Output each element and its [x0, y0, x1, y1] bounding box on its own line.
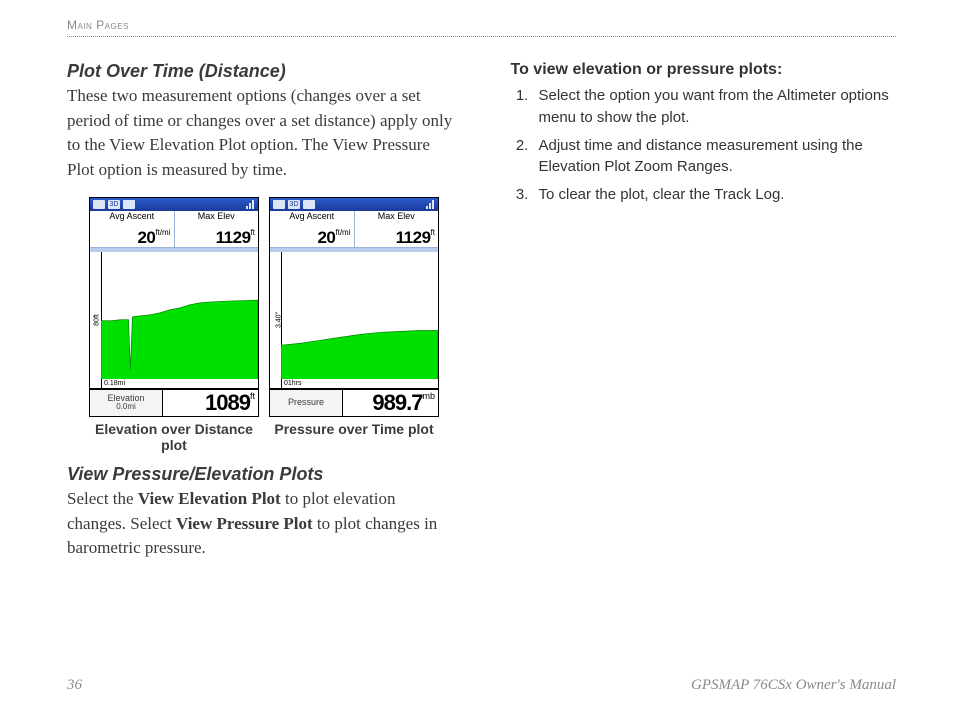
light-icon [303, 200, 315, 209]
readout-sublabel: 0.0mi [93, 403, 159, 411]
signal-icon [246, 200, 255, 209]
max-elev-label: Max Elev [178, 212, 256, 221]
step-3: To clear the plot, clear the Track Log. [533, 184, 897, 206]
plot-area: 80ft 0.18mi [90, 252, 258, 389]
signal-icon [426, 200, 435, 209]
procedure-title: To view elevation or pressure plots: [511, 61, 897, 79]
max-elev-cell: Max Elev 1129ft [175, 211, 259, 247]
elevation-plot-figure: 3D Avg Ascent 20ft/mi Max Elev 1129 [89, 197, 259, 455]
light-icon [123, 200, 135, 209]
step-1: Select the option you want from the Alti… [533, 85, 897, 129]
readout-value-cell: 989.7mb [343, 390, 438, 416]
device-screen-elevation: 3D Avg Ascent 20ft/mi Max Elev 1129 [89, 197, 259, 417]
avg-ascent-cell: Avg Ascent 20ft/mi [270, 211, 355, 247]
readout-value: 989.7mb [372, 392, 435, 414]
x-tick-label: 01hrs [284, 380, 302, 387]
readout-row: Pressure 989.7mb [270, 389, 438, 416]
max-elev-label: Max Elev [358, 212, 436, 221]
plot-area: 3.40" 01hrs [270, 252, 438, 389]
readout-label-cell: Pressure [270, 390, 343, 416]
data-row: Avg Ascent 20ft/mi Max Elev 1129ft [270, 211, 438, 248]
readout-label: Pressure [273, 398, 339, 407]
header-divider [67, 36, 896, 37]
max-elev-cell: Max Elev 1129ft [355, 211, 439, 247]
data-row: Avg Ascent 20ft/mi Max Elev 1129ft [90, 211, 258, 248]
pressure-caption: Pressure over Time plot [269, 421, 439, 438]
heading-plot-over-time: Plot Over Time (Distance) [67, 61, 453, 82]
status-bar: 3D [90, 198, 258, 211]
manual-title: GPSMAP 76CSx Owner's Manual [691, 677, 896, 694]
pressure-plot-figure: 3D Avg Ascent 20ft/mi Max Elev 1129 [269, 197, 439, 455]
screenshot-row: 3D Avg Ascent 20ft/mi Max Elev 1129 [89, 197, 453, 455]
readout-row: Elevation 0.0mi 1089ft [90, 389, 258, 416]
x-tick-label: 0.18mi [104, 380, 125, 387]
avg-ascent-value: 20ft/mi [273, 229, 351, 246]
page-number: 36 [67, 677, 82, 694]
heading-view-plots: View Pressure/Elevation Plots [67, 464, 453, 485]
avg-ascent-cell: Avg Ascent 20ft/mi [90, 211, 175, 247]
sat-icon [273, 200, 285, 209]
avg-ascent-label: Avg Ascent [273, 212, 351, 221]
avg-ascent-value: 20ft/mi [93, 229, 171, 246]
paragraph-plot-over-time: These two measurement options (changes o… [67, 84, 453, 183]
mode-icon: 3D [288, 200, 300, 209]
elevation-caption: Elevation over Distance plot [89, 421, 259, 455]
device-screen-pressure: 3D Avg Ascent 20ft/mi Max Elev 1129 [269, 197, 439, 417]
avg-ascent-label: Avg Ascent [93, 212, 171, 221]
left-column: Plot Over Time (Distance) These two meas… [67, 51, 453, 567]
readout-value: 1089ft [205, 392, 255, 414]
max-elev-value: 1129ft [358, 229, 436, 246]
readout-value-cell: 1089ft [163, 390, 258, 416]
pressure-area-chart [281, 252, 438, 380]
section-label: Main Pages [67, 18, 896, 32]
page-footer: 36 GPSMAP 76CSx Owner's Manual [67, 677, 896, 694]
paragraph-view-plots: Select the View Elevation Plot to plot e… [67, 487, 453, 561]
sat-icon [93, 200, 105, 209]
right-column: To view elevation or pressure plots: Sel… [511, 51, 897, 567]
mode-icon: 3D [108, 200, 120, 209]
y-range-label: 80ft [93, 314, 100, 326]
readout-label-cell: Elevation 0.0mi [90, 390, 163, 416]
content-columns: Plot Over Time (Distance) These two meas… [67, 51, 896, 567]
elevation-area-chart [101, 252, 258, 380]
step-2: Adjust time and distance measurement usi… [533, 135, 897, 179]
status-bar: 3D [270, 198, 438, 211]
max-elev-value: 1129ft [178, 229, 256, 246]
procedure-steps: Select the option you want from the Alti… [511, 85, 897, 206]
